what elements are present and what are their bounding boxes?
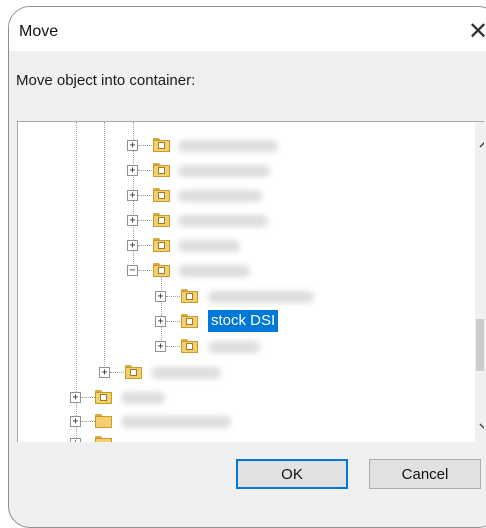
tree-item-selected[interactable]: stock DSI xyxy=(208,310,279,332)
folder-icon xyxy=(153,263,170,277)
redacted-label xyxy=(178,215,268,227)
title-bar: Move ✕ xyxy=(9,7,486,51)
tree-line xyxy=(81,397,95,398)
plus-expander-icon[interactable]: + xyxy=(127,240,138,251)
tree-line xyxy=(138,145,152,146)
tree-line xyxy=(166,296,180,297)
folder-icon xyxy=(153,188,170,202)
redacted-label xyxy=(121,392,165,404)
plus-expander-icon[interactable]: + xyxy=(70,438,81,442)
scroll-up-icon[interactable] xyxy=(475,136,484,154)
tree-line xyxy=(138,270,152,271)
container-tree[interactable]: + + + + + − + + stock DSI + + + + + xyxy=(17,121,484,442)
plus-expander-icon[interactable]: + xyxy=(155,291,166,302)
redacted-label xyxy=(178,265,250,277)
folder-icon xyxy=(153,138,170,152)
redacted-label xyxy=(178,240,240,252)
folder-icon xyxy=(181,339,198,353)
plus-expander-icon[interactable]: + xyxy=(127,140,138,151)
redacted-label xyxy=(178,190,262,202)
redacted-label xyxy=(208,291,314,303)
tree-line xyxy=(81,421,95,422)
vertical-scrollbar[interactable] xyxy=(475,122,484,442)
tree-line xyxy=(166,321,180,322)
dialog-prompt: Move object into container: xyxy=(16,72,196,89)
redacted-label xyxy=(208,341,260,353)
folder-icon xyxy=(181,289,198,303)
folder-icon xyxy=(153,238,170,252)
redacted-label xyxy=(121,416,231,428)
scrollbar-thumb[interactable] xyxy=(476,319,484,371)
redacted-label xyxy=(178,140,278,152)
folder-icon xyxy=(153,213,170,227)
folder-icon xyxy=(95,390,112,404)
tree-line xyxy=(138,195,152,196)
window-title: Move xyxy=(19,23,59,40)
tree-line xyxy=(161,274,162,346)
plus-expander-icon[interactable]: + xyxy=(70,392,81,403)
close-icon[interactable]: ✕ xyxy=(465,17,486,45)
folder-icon xyxy=(125,365,142,379)
plus-expander-icon[interactable]: + xyxy=(70,416,81,427)
folder-icon xyxy=(95,414,112,428)
plus-expander-icon[interactable]: + xyxy=(127,190,138,201)
folder-icon xyxy=(95,436,112,442)
tree-line xyxy=(104,122,105,372)
tree-line xyxy=(138,220,152,221)
tree-line xyxy=(138,170,152,171)
tree-line xyxy=(110,372,124,373)
cancel-button[interactable]: Cancel xyxy=(369,459,481,489)
plus-expander-icon[interactable]: + xyxy=(155,316,166,327)
minus-expander-icon[interactable]: − xyxy=(127,265,138,276)
plus-expander-icon[interactable]: + xyxy=(99,367,110,378)
tree-line xyxy=(138,245,152,246)
folder-icon xyxy=(153,163,170,177)
ok-button[interactable]: OK xyxy=(236,459,348,489)
plus-expander-icon[interactable]: + xyxy=(127,215,138,226)
scroll-down-icon[interactable] xyxy=(475,417,484,435)
plus-expander-icon[interactable]: + xyxy=(127,165,138,176)
tree-line xyxy=(166,346,180,347)
plus-expander-icon[interactable]: + xyxy=(155,341,166,352)
redacted-label xyxy=(151,367,221,379)
redacted-label xyxy=(178,165,270,177)
folder-icon xyxy=(181,314,198,328)
